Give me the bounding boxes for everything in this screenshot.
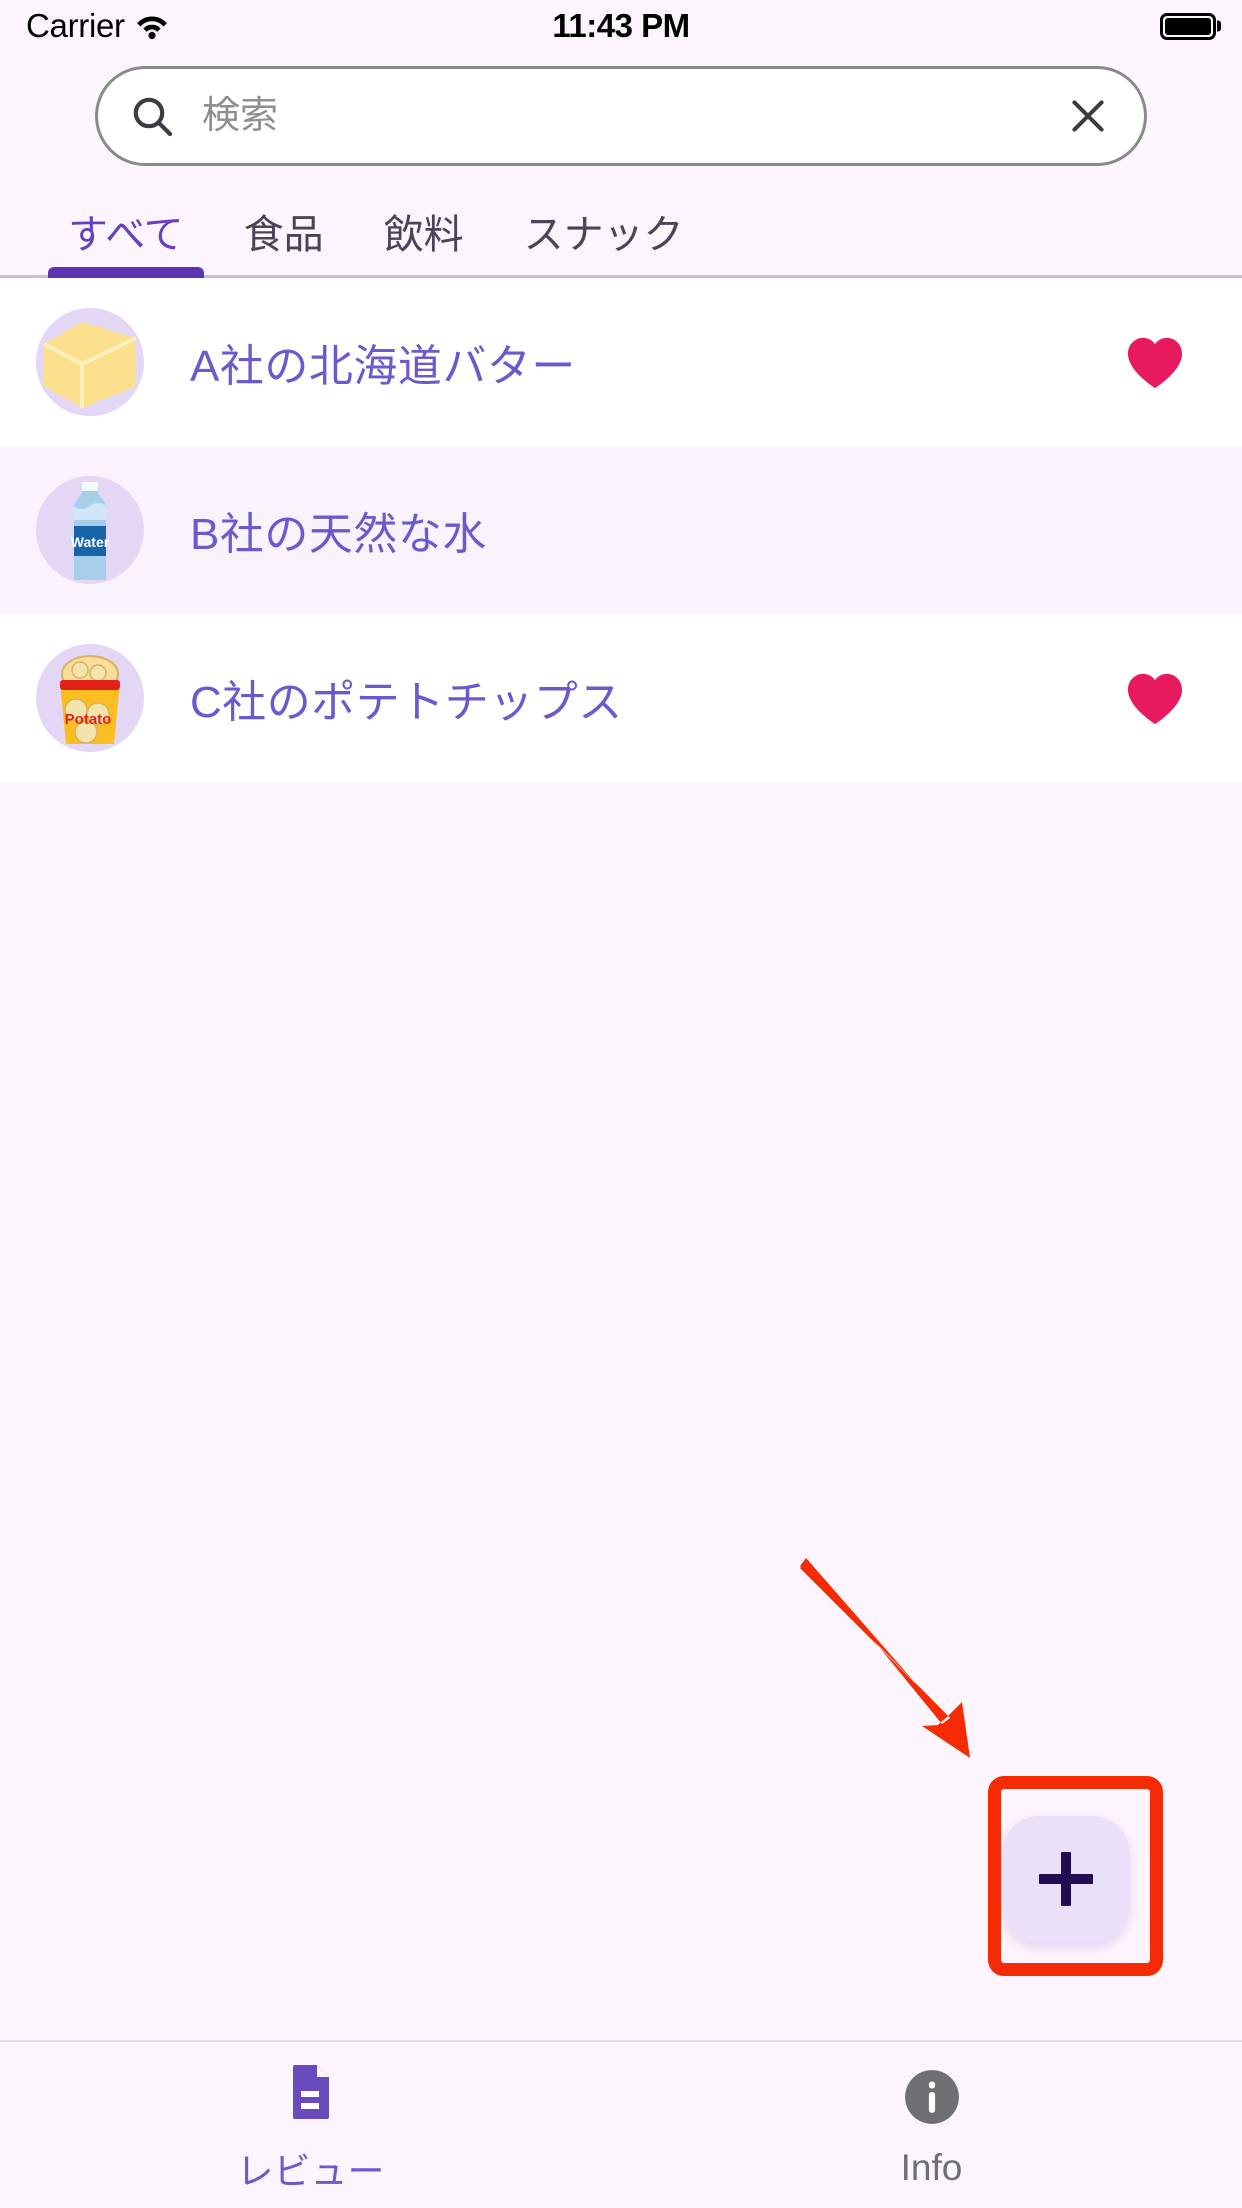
wifi-icon [135,12,169,40]
tab-snacks[interactable]: スナック [494,186,714,275]
butter-block-icon [36,308,144,416]
tab-label: 飲料 [383,212,464,257]
list-item-title: A社の北海道バター [190,342,576,391]
favorite-heart-icon[interactable] [1124,334,1186,390]
product-list: A社の北海道バター Water B社の天然な水 Potato C社のポテトチップ… [0,278,1242,782]
carrier-label: Carrier [26,7,125,44]
info-circle-icon [903,2061,961,2133]
favorite-heart-icon[interactable] [1124,670,1186,726]
status-bar-time: 11:43 PM [552,7,690,44]
search-icon [128,92,176,140]
status-bar-right [1160,12,1216,40]
battery-full-icon [1160,12,1216,40]
water-bottle-icon: Water [36,476,144,584]
svg-text:Potato: Potato [65,711,112,728]
search-input[interactable] [176,94,1066,138]
nav-item-review[interactable]: レビュー [0,2055,621,2195]
tab-label: すべて [68,212,184,257]
search-section [0,52,1242,186]
plus-icon [1039,1852,1093,1906]
svg-text:Water: Water [71,534,110,550]
close-icon[interactable] [1066,94,1110,138]
list-item-title: B社の天然な水 [190,510,487,559]
status-bar: Carrier 11:43 PM [0,0,1242,52]
document-icon [287,2055,335,2127]
bottom-navigation: レビュー Info [0,2040,1242,2208]
nav-item-label: Info [900,2147,963,2188]
list-item[interactable]: A社の北海道バター [0,278,1242,446]
tab-all[interactable]: すべて [38,186,214,278]
nav-item-label: レビュー [236,2151,385,2192]
tab-label: スナック [523,212,684,257]
list-item[interactable]: Potato C社のポテトチップス [0,614,1242,782]
tab-label: 食品 [243,212,324,257]
battery-fill [1165,17,1211,35]
tab-food[interactable]: 食品 [214,186,354,275]
add-button[interactable] [1003,1816,1129,1942]
category-tabs: すべて 食品 飲料 スナック [0,186,1242,278]
tab-drinks[interactable]: 飲料 [354,186,494,275]
potato-chips-icon: Potato [36,644,144,752]
status-bar-left: Carrier [26,7,169,45]
nav-item-info[interactable]: Info [621,2061,1242,2189]
red-arrow-annotation [800,1558,970,1758]
list-item-title: C社のポテトチップス [190,678,623,727]
search-bar[interactable] [95,66,1147,166]
list-item[interactable]: Water B社の天然な水 [0,446,1242,614]
